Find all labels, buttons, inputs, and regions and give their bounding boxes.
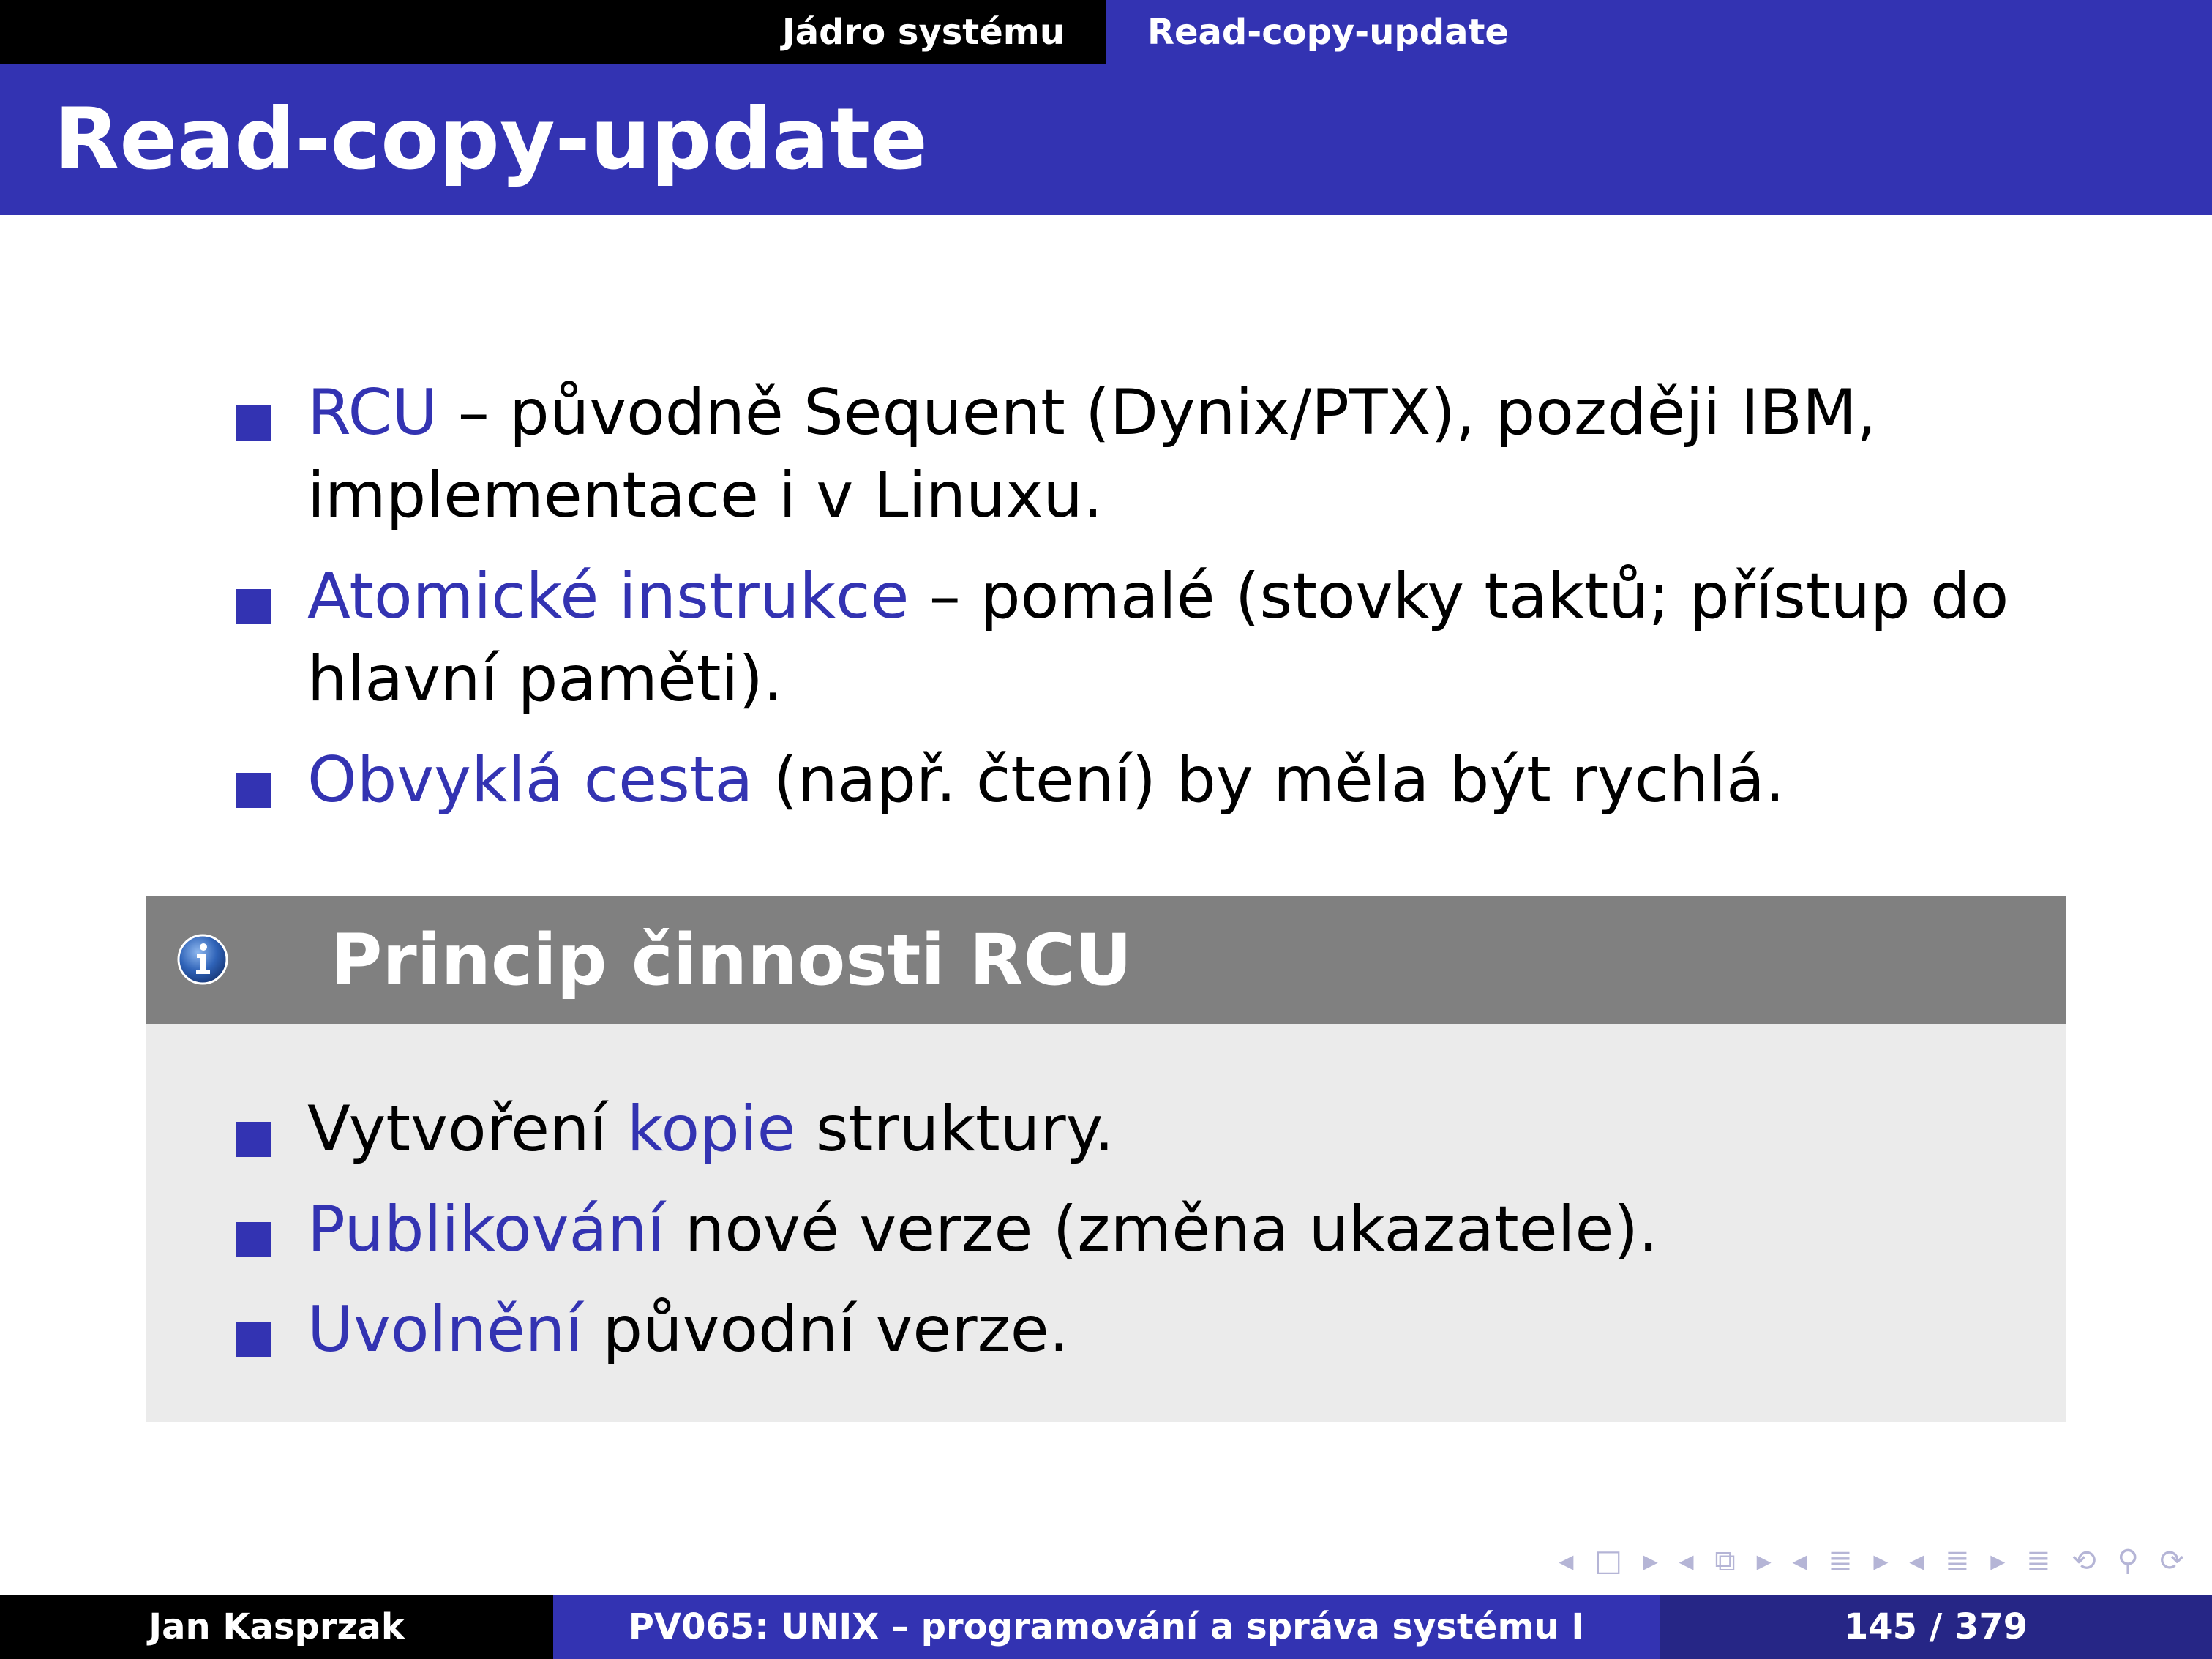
footer-page-number: 145 / 379 [1660, 1595, 2212, 1659]
bullet-item: Obvyklá cesta (např. čtení) by měla být … [0, 739, 2212, 822]
section-label[interactable]: Jádro systému [782, 0, 1065, 64]
block-bullet-item: Vytvoření kopie struktury. [146, 1088, 2212, 1171]
block-bullet-highlight: Publikování [307, 1193, 665, 1266]
footer-author: Jan Kasprzak [0, 1595, 553, 1659]
block-bullet-list: Vytvoření kopie struktury. Publikování n… [146, 1088, 2212, 1389]
bullet-square-icon [236, 1322, 271, 1357]
frame-title: Read-copy-update [54, 90, 928, 189]
subsection-label[interactable]: Read-copy-update [1147, 0, 1509, 64]
block-bullet-text-after: nové verze (změna ukazatele). [664, 1193, 1659, 1266]
bullet-highlight: Atomické instrukce [307, 560, 910, 633]
main-bullet-list: RCU – původně Sequent (Dynix/PTX), pozdě… [0, 372, 2212, 840]
bullet-square-icon [236, 589, 271, 624]
info-block: Princip činnosti RCU Vytvoření kopie str… [146, 896, 2066, 1422]
bullet-square-icon [236, 1122, 271, 1157]
block-bullet-item: Publikování nové verze (změna ukazatele)… [146, 1188, 2212, 1271]
block-bullet-item: Uvolnění původní verze. [146, 1289, 2212, 1371]
bullet-square-icon [236, 773, 271, 808]
block-bullet-highlight: Uvolnění [307, 1293, 583, 1366]
info-block-title: Princip činnosti RCU [331, 919, 1133, 1001]
block-bullet-text-after: původní verze. [582, 1293, 1070, 1366]
section-nav-area: Jádro systému [0, 0, 1106, 64]
bullet-square-icon [236, 405, 271, 441]
bullet-text: (např. čtení) by měla být rychlá. [753, 744, 1785, 817]
footer-course-title: PV065: UNIX – programování a správa syst… [553, 1595, 1660, 1659]
info-block-body: Vytvoření kopie struktury. Publikování n… [146, 1024, 2066, 1422]
bullet-item: Atomické instrukce – pomalé (stovky takt… [0, 555, 2212, 721]
bullet-highlight: RCU [307, 376, 438, 449]
bullet-item: RCU – původně Sequent (Dynix/PTX), pozdě… [0, 372, 2212, 537]
block-bullet-highlight: kopie [626, 1093, 796, 1166]
frame-title-bar: Read-copy-update [0, 64, 2212, 215]
bullet-text: – původně Sequent (Dynix/PTX), později I… [307, 376, 1877, 532]
block-bullet-text-before: Vytvoření [307, 1093, 627, 1166]
subsection-nav-area: Read-copy-update [1106, 0, 2212, 64]
info-icon [177, 934, 228, 985]
block-bullet-text-after: struktury. [795, 1093, 1114, 1166]
footer-bar: Jan Kasprzak PV065: UNIX – programování … [0, 1595, 2212, 1659]
beamer-navigation-icons[interactable]: ◂ □ ▸ ◂ ⧉ ▸ ◂ ≣ ▸ ◂ ≣ ▸ ≣ ⟲ ⚲ ⟳ [1559, 1543, 2190, 1579]
header-navigation-bar: Jádro systému Read-copy-update [0, 0, 2212, 64]
bullet-highlight: Obvyklá cesta [307, 744, 754, 817]
bullet-square-icon [236, 1222, 271, 1257]
info-block-header: Princip činnosti RCU [146, 896, 2066, 1024]
